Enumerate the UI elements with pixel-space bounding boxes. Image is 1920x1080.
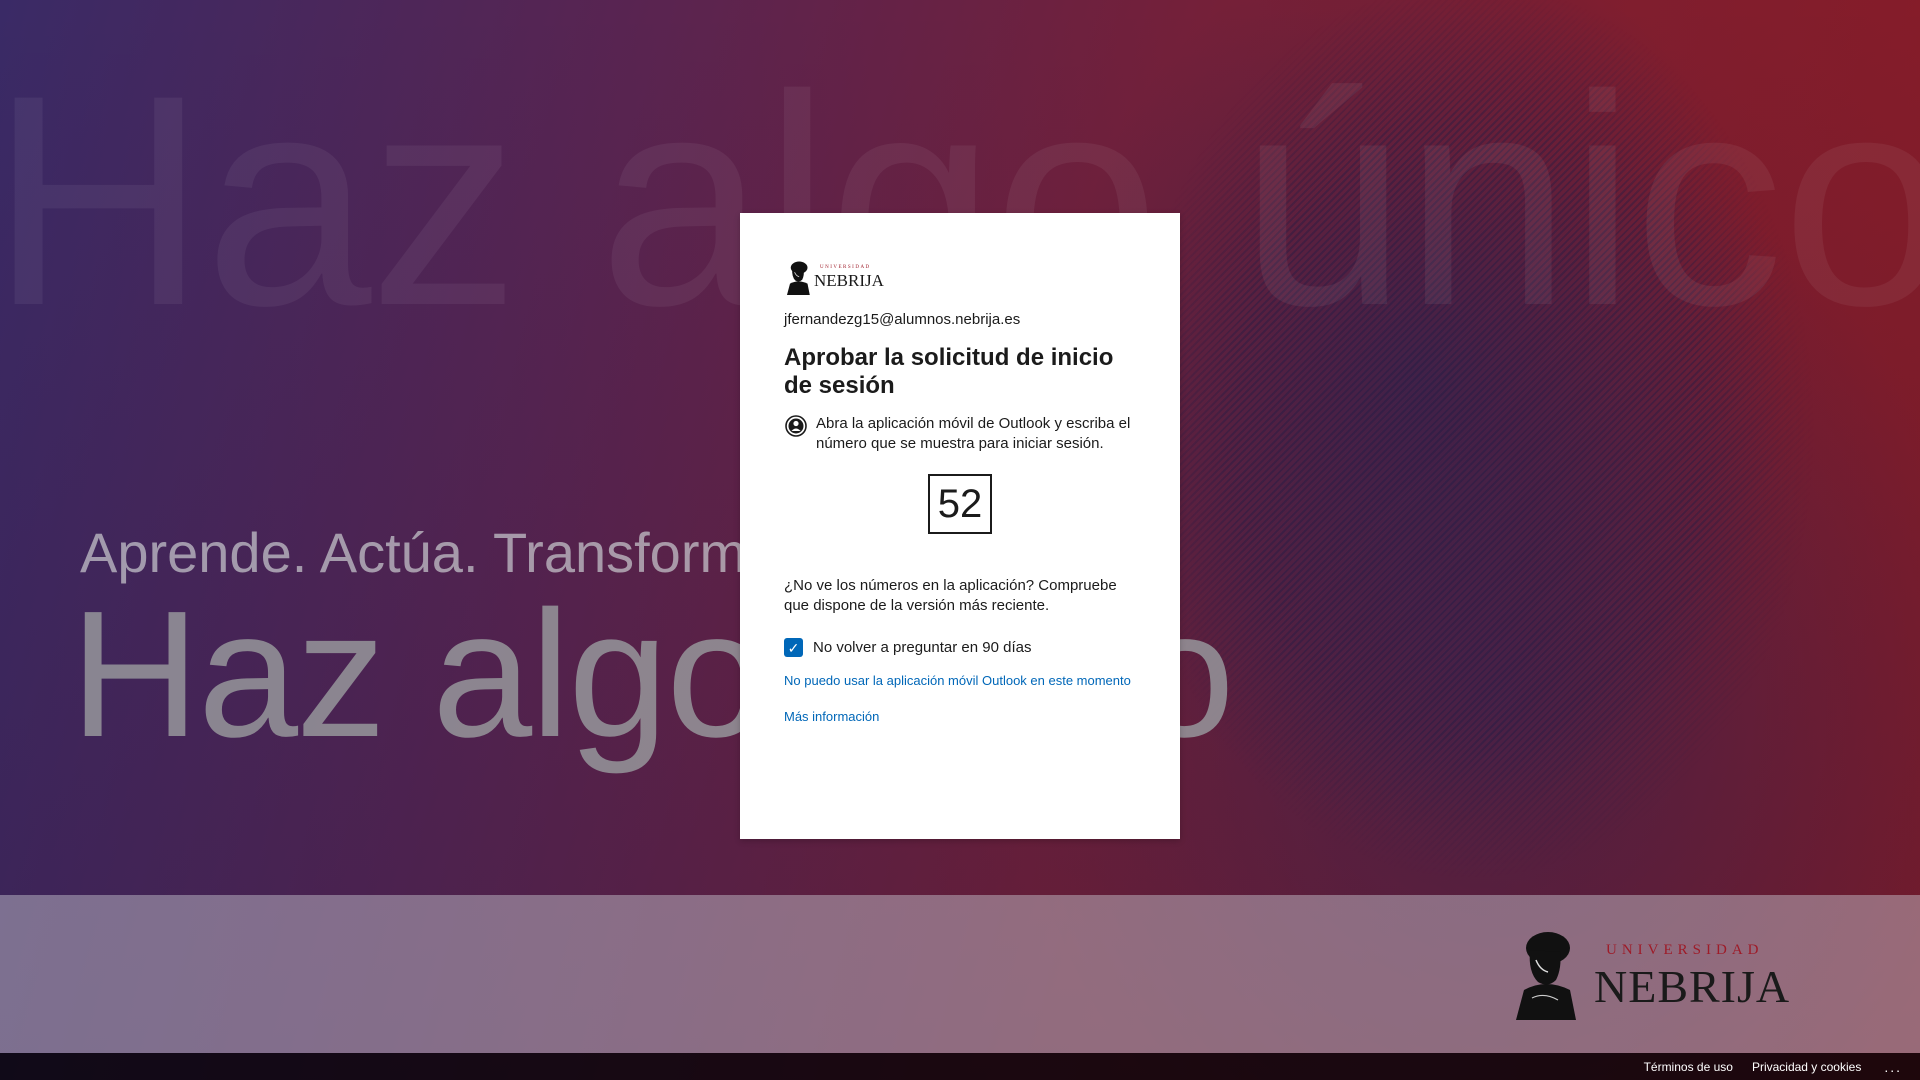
footer-bar: Términos de uso Privacidad y cookies ... [0,1053,1920,1080]
dont-ask-again-row[interactable]: ✓ No volver a preguntar en 90 días [784,638,1136,657]
terms-of-use-link[interactable]: Términos de uso [1644,1060,1733,1074]
authenticator-lock-icon [785,415,807,437]
brand-name: NEBRIJA [1594,961,1791,1012]
dont-ask-again-checkbox[interactable]: ✓ [784,638,803,657]
nebrija-emblem-icon [786,261,810,295]
card-logo: UNIVERSIDAD NEBRIJA [784,257,924,295]
help-text: ¿No ve los números en la aplicación? Com… [784,577,1117,614]
brand-university-label: UNIVERSIDAD [1606,942,1764,958]
privacy-cookies-link[interactable]: Privacidad y cookies [1752,1060,1861,1074]
sign-in-card: UNIVERSIDAD NEBRIJA jfernandezg15@alumno… [740,213,1180,839]
account-identity: jfernandezg15@alumnos.nebrija.es [784,311,1021,328]
logo-university-label: UNIVERSIDAD [820,265,871,270]
instruction-text: Abra la aplicación móvil de Outlook y es… [816,415,1131,452]
logo-name: NEBRIJA [814,271,884,290]
page-title: Aprobar la solicitud de inicio de sesión [784,344,1114,399]
checkmark-icon: ✓ [787,639,800,656]
more-options-button[interactable]: ... [1884,1059,1902,1075]
cant-use-app-link[interactable]: No puedo usar la aplicación móvil Outloo… [784,671,1136,691]
university-brand-logo: UNIVERSIDAD NEBRIJA [1510,920,1790,1020]
sign-in-number-display: 52 [928,474,992,534]
dont-ask-again-label[interactable]: No volver a preguntar en 90 días [813,639,1031,656]
instruction-row: Abra la aplicación móvil de Outlook y es… [784,414,1136,454]
nebrija-emblem-icon [1516,932,1576,1020]
more-info-link[interactable]: Más información [784,707,1136,727]
footer-links: Términos de uso Privacidad y cookies ... [1644,1053,1902,1080]
